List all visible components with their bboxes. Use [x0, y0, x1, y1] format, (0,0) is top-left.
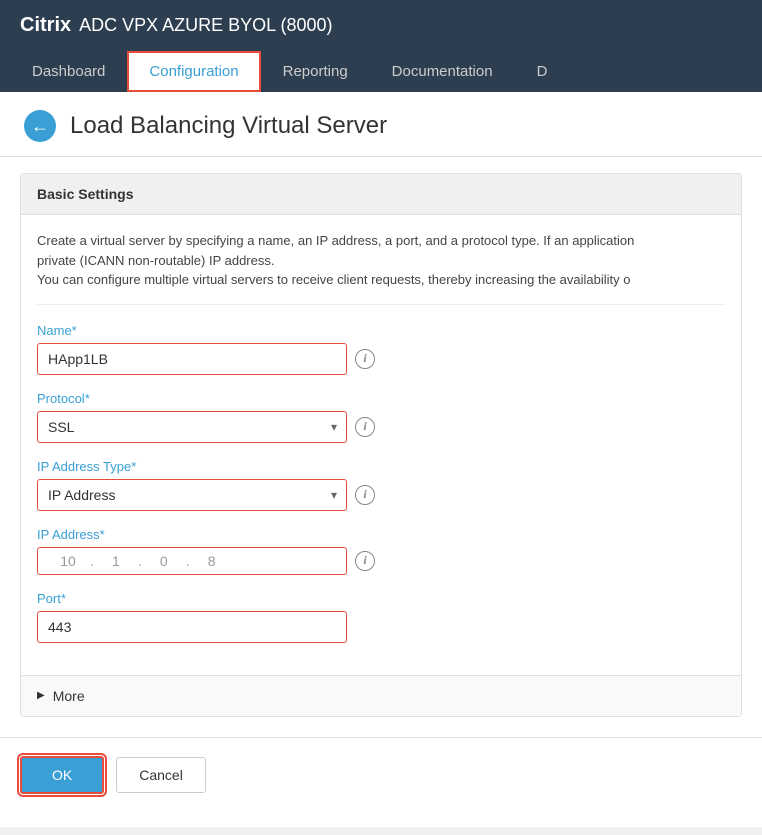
description-text: Create a virtual server by specifying a …	[37, 231, 725, 305]
cancel-button[interactable]: Cancel	[116, 757, 206, 793]
app-header: Citrix ADC VPX AZURE BYOL (8000)	[0, 0, 762, 51]
ip-dot-3: .	[184, 553, 192, 569]
tab-more[interactable]: D	[515, 51, 570, 92]
form-container: Basic Settings Create a virtual server b…	[0, 173, 762, 737]
brand-rest: ADC VPX AZURE BYOL (8000)	[79, 15, 332, 36]
port-input[interactable]	[37, 611, 347, 643]
ip-dot-2: .	[136, 553, 144, 569]
section-body: Create a virtual server by specifying a …	[21, 215, 741, 675]
protocol-info-icon[interactable]: i	[355, 417, 375, 437]
name-input[interactable]	[37, 343, 347, 375]
brand-citrix: Citrix	[20, 14, 71, 37]
section-title: Basic Settings	[21, 174, 741, 215]
ip-dot-1: .	[88, 553, 96, 569]
ip-address-type-label: IP Address Type*	[37, 459, 725, 474]
protocol-label: Protocol*	[37, 391, 725, 406]
ip-address-type-row: IP Address Non Addressable Wildcard ▾ i	[37, 479, 725, 511]
tab-reporting[interactable]: Reporting	[261, 51, 370, 92]
port-label: Port*	[37, 591, 725, 606]
ip-address-type-field: IP Address Type* IP Address Non Addressa…	[37, 459, 725, 511]
name-label: Name*	[37, 323, 725, 338]
port-row	[37, 611, 725, 643]
protocol-field: Protocol* SSL HTTP HTTPS TCP UDP ▾	[37, 391, 725, 443]
port-field: Port*	[37, 591, 725, 643]
ip-type-info-icon[interactable]: i	[355, 485, 375, 505]
name-field: Name* i	[37, 323, 725, 375]
name-row: i	[37, 343, 725, 375]
action-buttons: OK Cancel	[0, 737, 762, 812]
ip-address-row: . . . i	[37, 547, 725, 575]
page-title-area: ← Load Balancing Virtual Server	[0, 92, 762, 157]
ip-octet-3[interactable]	[144, 553, 184, 569]
more-arrow-icon: ▶	[37, 690, 45, 701]
ip-address-info-icon[interactable]: i	[355, 551, 375, 571]
basic-settings-card: Basic Settings Create a virtual server b…	[20, 173, 742, 717]
ip-address-field: IP Address* . . . i	[37, 527, 725, 575]
protocol-select[interactable]: SSL HTTP HTTPS TCP UDP	[37, 411, 347, 443]
page-title: Load Balancing Virtual Server	[70, 112, 387, 140]
page-content: ← Load Balancing Virtual Server Basic Se…	[0, 92, 762, 827]
name-info-icon[interactable]: i	[355, 349, 375, 369]
ip-octet-1[interactable]	[48, 553, 88, 569]
more-label: More	[53, 688, 85, 704]
ip-address-label: IP Address*	[37, 527, 725, 542]
ok-button[interactable]: OK	[20, 756, 104, 794]
ip-field-wrapper: . . .	[37, 547, 347, 575]
ip-octet-2[interactable]	[96, 553, 136, 569]
tab-dashboard[interactable]: Dashboard	[10, 51, 127, 92]
tab-configuration[interactable]: Configuration	[127, 51, 260, 92]
ip-type-select-wrapper: IP Address Non Addressable Wildcard ▾	[37, 479, 347, 511]
protocol-row: SSL HTTP HTTPS TCP UDP ▾ i	[37, 411, 725, 443]
ip-address-type-select[interactable]: IP Address Non Addressable Wildcard	[37, 479, 347, 511]
more-section[interactable]: ▶ More	[21, 675, 741, 716]
tab-documentation[interactable]: Documentation	[370, 51, 515, 92]
protocol-select-wrapper: SSL HTTP HTTPS TCP UDP ▾	[37, 411, 347, 443]
ip-octet-4[interactable]	[192, 553, 232, 569]
back-button[interactable]: ←	[24, 110, 56, 142]
nav-tabs: Dashboard Configuration Reporting Docume…	[0, 51, 762, 92]
